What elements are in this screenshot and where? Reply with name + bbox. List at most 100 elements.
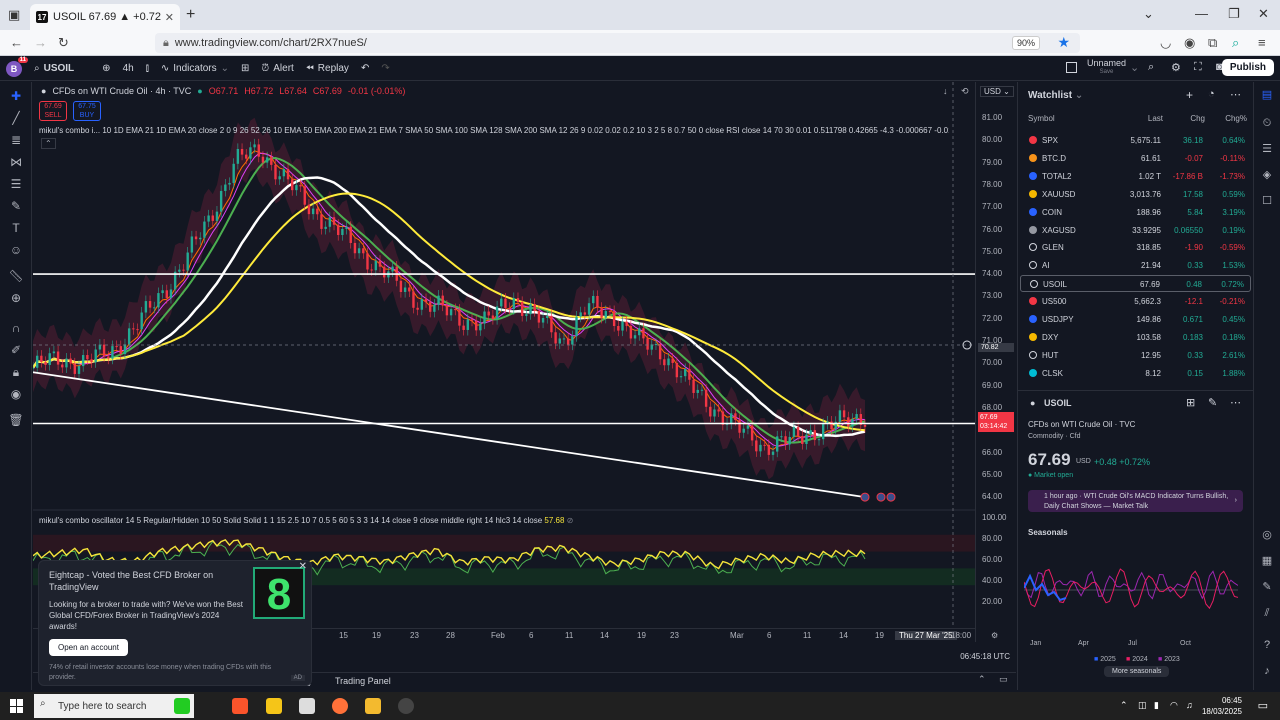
oscillator-legend[interactable]: mikul's combo oscillator 14 5 Regular/Hi… [39, 516, 573, 525]
chat-icon[interactable]: ☐ [1260, 194, 1274, 208]
watchlist-row[interactable]: TOTAL2 1.02 T -17.86 B -1.73% [1020, 168, 1251, 185]
eightcap-logo[interactable]: 8 [253, 567, 305, 619]
close-window-icon[interactable]: ✕ [1258, 6, 1269, 22]
watchlist-row[interactable]: USOIL 67.69 0.48 0.72% [1020, 275, 1251, 293]
grid-icon[interactable]: ⊞ [1186, 396, 1195, 409]
publish-button[interactable]: Publish [1221, 59, 1274, 76]
file-explorer-icon[interactable] [266, 698, 282, 714]
reload-icon[interactable]: ↻ [58, 35, 69, 51]
hide-icon[interactable]: ⊘ [567, 516, 574, 525]
open-account-button[interactable]: Open an account [49, 639, 128, 656]
seasonals-chart[interactable] [1024, 540, 1238, 640]
bookmark-star-icon[interactable]: ★ [1057, 34, 1070, 51]
fib-icon[interactable]: ☰ [8, 176, 24, 192]
network-icon[interactable]: ◫ [1138, 700, 1147, 711]
new-tab-icon[interactable]: + [186, 6, 195, 24]
magnet-icon[interactable]: ∩ [8, 320, 24, 336]
detail-symbol[interactable]: USOIL [1044, 398, 1072, 408]
target-icon[interactable]: ◎ [1260, 528, 1274, 542]
settings-icon[interactable]: ⚙ [991, 631, 998, 640]
account-icon[interactable]: ◉ [1184, 35, 1195, 51]
emoji-icon[interactable]: ☺ [8, 242, 24, 258]
tradingview-app-icon[interactable] [398, 698, 414, 714]
alerts-clock-icon[interactable]: ⏲︎ [1260, 116, 1274, 130]
price-chart-svg[interactable] [33, 82, 975, 628]
layers-icon[interactable]: ◈ [1260, 168, 1274, 182]
lock-icon[interactable]: 🔒︎ [8, 364, 24, 380]
watchlist-row[interactable]: COIN 188.96 5.84 3.19% [1020, 204, 1251, 221]
notifications-icon[interactable]: ▭ [1258, 699, 1268, 712]
price-scale[interactable]: USD ⌄ 81.00 80.00 79.00 78.00 77.00 76.00 75.0… [975, 82, 1016, 642]
pocket-icon[interactable]: ◡ [1160, 35, 1171, 51]
edit-icon[interactable]: ✎ [1208, 396, 1217, 409]
watchlist-row[interactable]: USDJPY 149.86 0.671 0.45% [1020, 311, 1251, 328]
restore-icon[interactable]: ❐ [1228, 6, 1240, 22]
sync-icon[interactable]: ⟲ [961, 86, 969, 97]
redo-icon[interactable]: ↷ [381, 63, 389, 74]
zoom-badge[interactable]: 90% [1011, 36, 1040, 50]
quick-search-icon[interactable]: ⌕ [1148, 61, 1154, 74]
menu-icon[interactable]: ≡ [1258, 35, 1266, 50]
alert-button[interactable]: ⏰︎ Alert [261, 63, 293, 74]
help-icon[interactable]: ? [1260, 638, 1274, 652]
collapse-legend-icon[interactable]: ⌃ [41, 138, 56, 149]
watchlist-title[interactable]: Watchlist ⌄ [1028, 90, 1083, 101]
seasonal-year-legend[interactable]: ■ 2024 [1126, 656, 1148, 663]
text-icon[interactable]: T [8, 220, 24, 236]
layout-icon[interactable] [1066, 62, 1077, 73]
brave-icon[interactable] [232, 698, 248, 714]
wifi-icon[interactable]: ◠ [1170, 700, 1178, 711]
app-icon[interactable] [299, 698, 315, 714]
fullscreen-icon[interactable]: ⛶ [1194, 61, 1202, 74]
taskbar-clock[interactable]: 06:45 18/03/2025 [1202, 695, 1242, 717]
eye-icon[interactable]: ◉ [8, 386, 24, 402]
watchlist-icon[interactable]: ▤ [1260, 88, 1274, 102]
forward-icon[interactable]: → [34, 35, 47, 50]
add-symbol-icon[interactable]: ⊕ [102, 63, 110, 74]
address-bar[interactable]: 🔒︎ www.tradingview.com/chart/2RX7nueS/ 9… [155, 33, 1080, 53]
news-icon[interactable]: ☰ [1260, 142, 1274, 156]
taskbar-search[interactable]: ⌕ Type here to search [34, 694, 194, 718]
interval-button[interactable]: 4h [123, 63, 134, 74]
horizontal-lines-icon[interactable]: ≣ [8, 132, 24, 148]
settings-gear-icon[interactable]: ⚙ [1171, 61, 1181, 74]
maximize-icon[interactable]: ▭ [999, 674, 1008, 685]
avatar[interactable]: B 11 [6, 56, 28, 77]
tab-list-chevron-icon[interactable]: ⌄ [1143, 6, 1154, 22]
chevron-down-icon[interactable]: ⌄ [1130, 61, 1139, 74]
crosshair-icon[interactable]: ✚ [8, 88, 24, 104]
recycle-icon[interactable] [174, 698, 190, 714]
watchlist-row[interactable]: BTC.D 61.61 -0.07 -0.11% [1020, 150, 1251, 167]
zoom-in-icon[interactable]: ⊕ [8, 290, 24, 306]
candle-type-icon[interactable]: ⫾ [146, 63, 149, 74]
chart-icon[interactable]: ⫽ [1260, 606, 1274, 620]
lock-drawings-icon[interactable]: ✐ [8, 342, 24, 358]
more-icon[interactable]: ⋯ [1230, 396, 1241, 409]
currency-selector[interactable]: USD ⌄ [980, 86, 1014, 97]
close-ad-icon[interactable]: ✕ [299, 561, 307, 572]
pattern-icon[interactable]: ⋈ [8, 154, 24, 170]
buy-button[interactable]: 67.75 BUY [73, 101, 101, 121]
utc-time[interactable]: 06:45:18 UTC [960, 652, 1010, 661]
symbol-search-button[interactable]: ⌕ USOIL [34, 63, 74, 74]
scroll-down-icon[interactable]: ↓ [943, 86, 948, 96]
close-tab-icon[interactable]: ✕ [165, 11, 174, 24]
layout-name-button[interactable]: Unnamed Save [1087, 59, 1126, 77]
trash-icon[interactable]: 🗑︎ [8, 412, 24, 428]
tab-overview-icon[interactable]: ▣ [8, 7, 20, 23]
tab-trading-panel[interactable]: Trading Panel [335, 676, 391, 686]
firefox-icon[interactable] [332, 698, 348, 714]
trendline-icon[interactable]: ╱ [8, 110, 24, 126]
watchlist-row[interactable]: AI 21.94 0.33 1.53% [1020, 257, 1251, 274]
watchlist-row[interactable]: GLEN 318.85 -1.90 -0.59% [1020, 239, 1251, 256]
extensions-icon[interactable]: ⧉ [1208, 35, 1217, 51]
ruler-icon[interactable]: 📏︎ [8, 268, 24, 284]
news-headline[interactable]: 1 hour ago · WTI Crude Oil's MACD Indica… [1028, 490, 1243, 512]
watchlist-row[interactable]: DXY 103.58 0.183 0.18% [1020, 329, 1251, 346]
search-extension-icon[interactable]: ⌕ [1232, 35, 1239, 51]
bell-icon[interactable]: ♪ [1260, 664, 1274, 678]
volume-icon[interactable]: ♫ [1186, 700, 1193, 710]
add-symbol-icon[interactable]: + [1186, 88, 1193, 102]
undo-icon[interactable]: ↶ [361, 63, 369, 74]
browser-tab[interactable]: 17 USOIL 67.69 ▲ +0.72% Unnamed ✕ [30, 4, 180, 30]
